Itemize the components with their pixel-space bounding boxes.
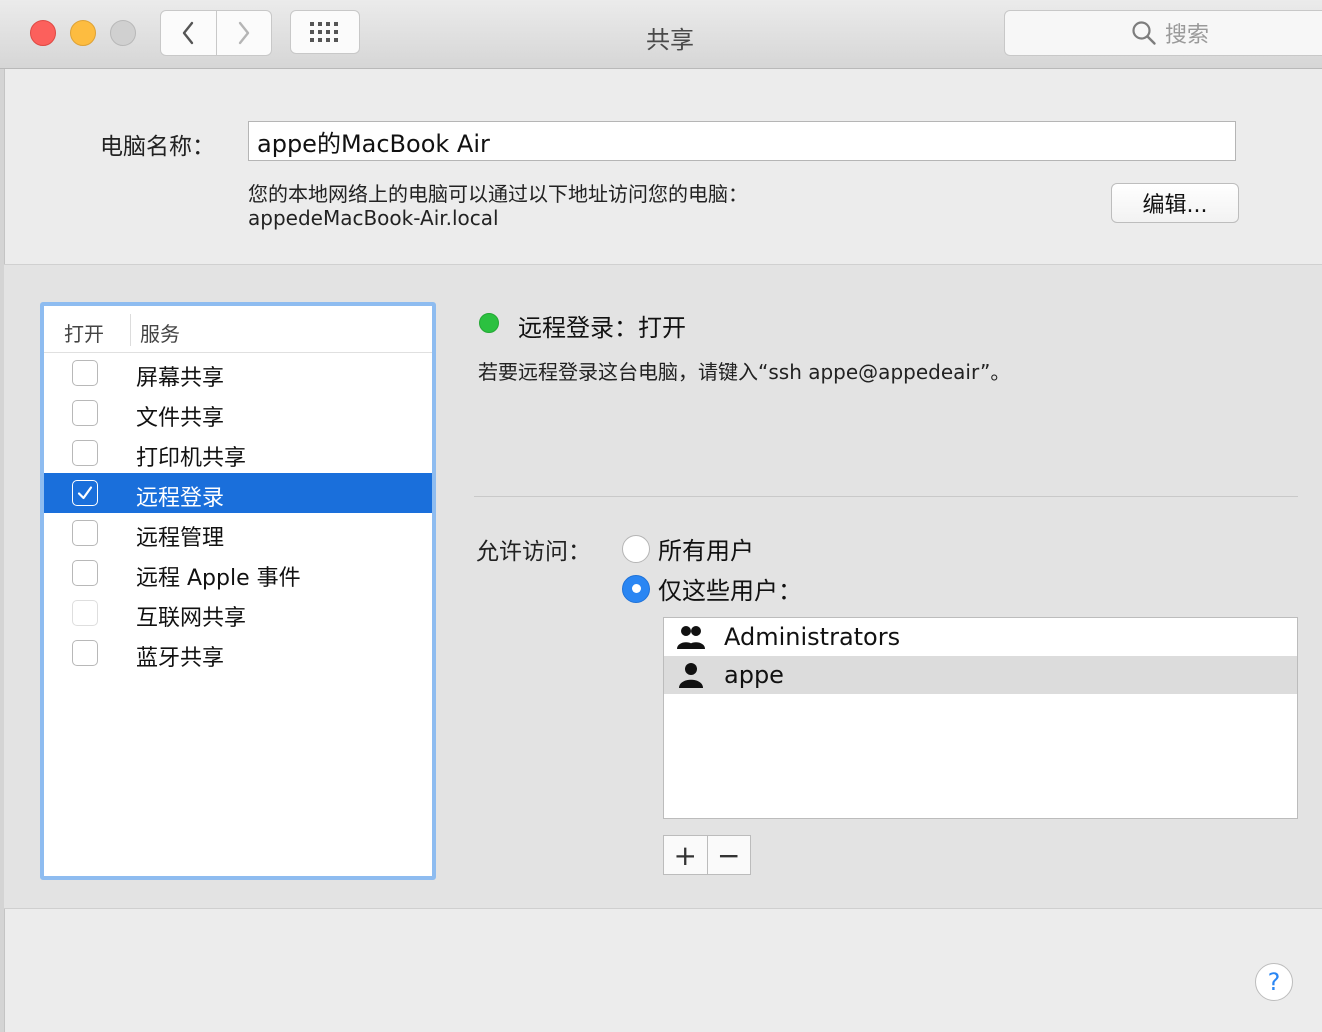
user-name: Administrators <box>724 623 901 651</box>
service-row-printer-sharing[interactable]: 打印机共享 <box>44 433 432 473</box>
service-row-remote-login[interactable]: 远程登录 <box>44 473 432 513</box>
group-icon <box>677 626 705 649</box>
radio-label: 仅这些用户： <box>658 577 802 605</box>
remove-user-button[interactable]: − <box>706 836 751 874</box>
radio-label: 所有用户 <box>658 537 754 565</box>
ssh-hint: 若要远程登录这台电脑，请键入“ssh appe@appedeair”。 <box>478 360 1011 384</box>
access-label: 允许访问： <box>476 539 591 565</box>
service-status: 远程登录：打开 <box>518 314 686 342</box>
service-label: 屏幕共享 <box>136 366 225 391</box>
search-placeholder: 搜索 <box>1164 23 1209 48</box>
service-row-internet-sharing[interactable]: 互联网共享 <box>44 593 432 633</box>
divider <box>474 496 1298 497</box>
search-icon <box>1132 21 1156 45</box>
service-checkbox[interactable] <box>72 640 98 666</box>
service-row-screen-sharing[interactable]: 屏幕共享 <box>44 353 432 393</box>
user-name: appe <box>724 661 784 689</box>
computer-name-input[interactable] <box>248 121 1236 161</box>
title-bar: 共享 搜索 <box>0 0 1322 69</box>
service-label: 打印机共享 <box>136 446 247 471</box>
add-user-button[interactable]: + <box>664 836 707 874</box>
user-icon <box>679 663 703 688</box>
back-button[interactable] <box>161 11 216 55</box>
close-button[interactable] <box>30 20 56 46</box>
minimize-button[interactable] <box>70 20 96 46</box>
user-list[interactable]: Administrators appe <box>663 617 1298 819</box>
service-row-remote-apple-events[interactable]: 远程 Apple 事件 <box>44 553 432 593</box>
window-title: 共享 <box>646 26 694 54</box>
show-all-button[interactable] <box>290 10 360 54</box>
sharing-window: 共享 搜索 电脑名称： 您的本地网络上的电脑可以通过以下地址访问您的电脑： ap… <box>0 0 1322 1032</box>
radio-all-users[interactable]: 所有用户 <box>622 531 754 566</box>
radio-only-these-users[interactable]: 仅这些用户： <box>622 571 802 606</box>
service-label: 远程登录 <box>136 486 225 511</box>
service-checkbox[interactable] <box>72 400 98 426</box>
service-list-header: 打开 服务 <box>44 306 432 353</box>
service-label: 蓝牙共享 <box>136 646 225 671</box>
column-header-open[interactable]: 打开 <box>64 318 104 347</box>
service-checkbox[interactable] <box>72 520 98 546</box>
forward-button[interactable] <box>215 11 272 55</box>
service-row-remote-management[interactable]: 远程管理 <box>44 513 432 553</box>
status-indicator <box>479 313 499 333</box>
service-list[interactable]: 打开 服务 屏幕共享 文件共享 打印机共享 远程登录 远程管理 远程 Apple… <box>40 302 436 880</box>
column-divider <box>130 314 131 346</box>
search-field[interactable]: 搜索 <box>1004 10 1322 56</box>
service-label: 远程管理 <box>136 526 225 551</box>
service-checkbox[interactable] <box>72 560 98 586</box>
radio-button-selected[interactable] <box>622 574 650 603</box>
service-label: 文件共享 <box>136 406 225 431</box>
address-hostname: appedeMacBook-Air.local <box>248 206 499 230</box>
address-description: 您的本地网络上的电脑可以通过以下地址访问您的电脑： <box>248 182 748 206</box>
service-row-file-sharing[interactable]: 文件共享 <box>44 393 432 433</box>
checkmark-icon <box>77 486 93 500</box>
service-checkbox-checked[interactable] <box>72 480 98 506</box>
chevron-right-icon <box>238 21 249 45</box>
service-row-bluetooth-sharing[interactable]: 蓝牙共享 <box>44 633 432 673</box>
column-header-service[interactable]: 服务 <box>140 318 180 347</box>
service-checkbox-disabled <box>72 600 98 626</box>
grid-icon <box>310 22 338 42</box>
user-row[interactable]: Administrators <box>664 618 1297 656</box>
service-label: 互联网共享 <box>136 606 247 631</box>
service-label: 远程 Apple 事件 <box>136 566 301 591</box>
nav-buttons <box>160 10 272 56</box>
user-row-selected[interactable]: appe <box>664 656 1297 694</box>
add-remove-buttons: + − <box>663 835 751 875</box>
service-checkbox[interactable] <box>72 360 98 386</box>
chevron-left-icon <box>183 21 194 45</box>
edit-button[interactable]: 编辑... <box>1111 183 1239 223</box>
computer-name-label: 电脑名称： <box>100 134 215 160</box>
radio-button[interactable] <box>622 534 650 563</box>
help-button[interactable]: ? <box>1255 963 1293 1001</box>
zoom-button[interactable] <box>110 20 136 46</box>
service-checkbox[interactable] <box>72 440 98 466</box>
